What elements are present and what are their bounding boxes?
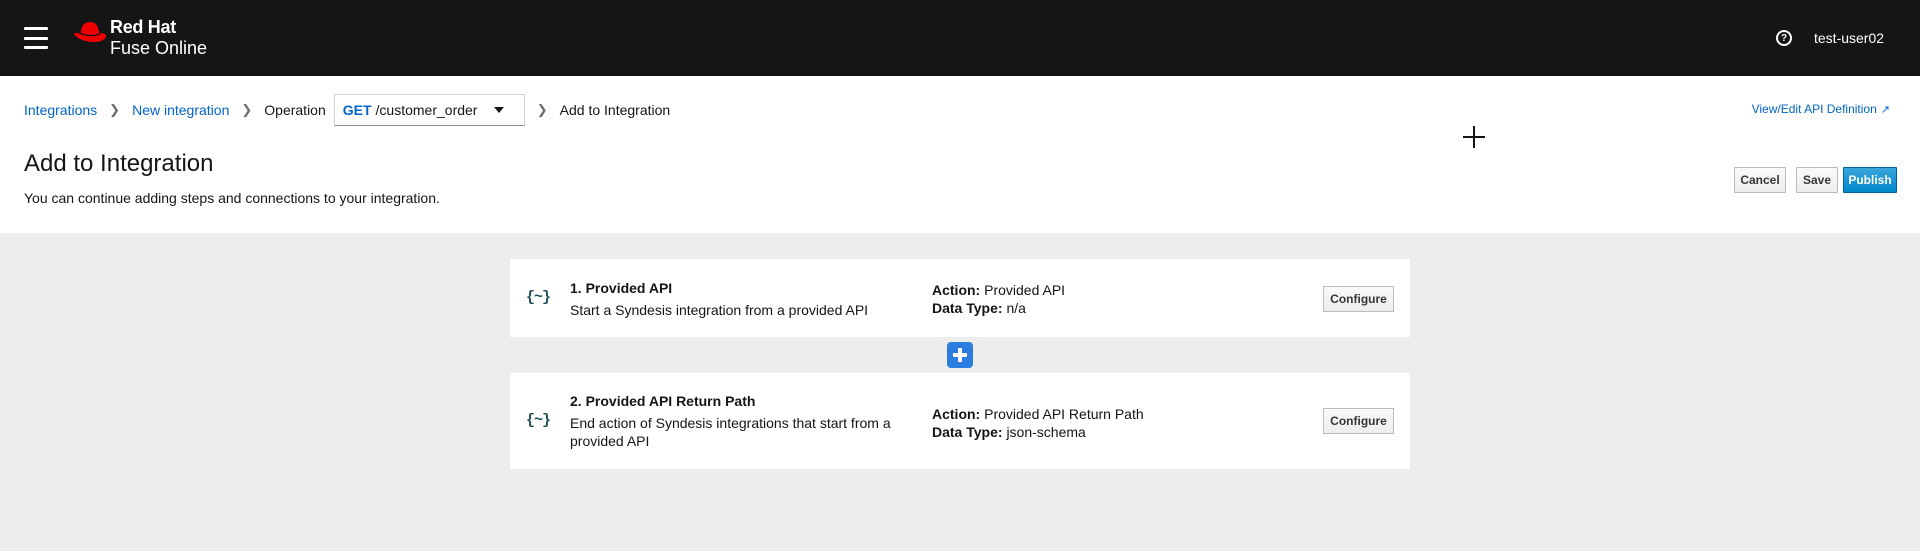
- breadcrumb-operation: Operation: [264, 102, 326, 118]
- action-value: Provided API Return Path: [984, 406, 1144, 422]
- data-type-label: Data Type:: [932, 424, 1003, 440]
- action-value: Provided API: [984, 282, 1066, 298]
- configure-button[interactable]: Configure: [1323, 408, 1394, 434]
- step-card-provided-api-return-path: {~} 2. Provided API Return Path End acti…: [510, 373, 1410, 469]
- save-button[interactable]: Save: [1796, 167, 1838, 193]
- operation-select[interactable]: GET /customer_order: [333, 94, 525, 126]
- step-description: End action of Syndesis integrations that…: [570, 415, 891, 449]
- chevron-right-icon: ❯: [109, 102, 121, 117]
- breadcrumb-integrations[interactable]: Integrations: [24, 102, 97, 118]
- add-step-button[interactable]: [947, 342, 973, 368]
- breadcrumb: Integrations ❯ New integration ❯ Operati…: [24, 93, 670, 127]
- operation-method: GET: [342, 102, 372, 118]
- brand-logo[interactable]: Red Hat Fuse Online: [72, 18, 207, 57]
- view-edit-api-definition-link[interactable]: View/Edit API Definition ↗: [1752, 102, 1890, 116]
- publish-button[interactable]: Publish: [1843, 167, 1897, 193]
- api-icon: {~}: [526, 289, 551, 306]
- step-title: 2. Provided API Return Path: [570, 393, 756, 409]
- configure-button[interactable]: Configure: [1323, 286, 1394, 312]
- data-type-value: n/a: [1006, 300, 1026, 316]
- page-description: You can continue adding steps and connec…: [24, 190, 440, 206]
- breadcrumb-current: Add to Integration: [559, 102, 671, 118]
- hamburger-menu-icon[interactable]: [24, 27, 48, 49]
- chevron-right-icon: ❯: [241, 102, 253, 117]
- view-edit-label: View/Edit API Definition: [1751, 102, 1877, 116]
- help-icon[interactable]: ?: [1776, 30, 1792, 46]
- product-name: Fuse Online: [110, 38, 208, 58]
- operation-path: /customer_order: [375, 102, 478, 118]
- data-type-value: json-schema: [1006, 424, 1086, 440]
- step-title: 1. Provided API: [570, 280, 673, 296]
- action-label: Action:: [932, 282, 981, 298]
- api-icon: {~}: [526, 412, 551, 429]
- data-type-label: Data Type:: [932, 300, 1003, 316]
- external-link-icon: ↗: [1880, 103, 1890, 116]
- red-hat-logo-icon: [74, 22, 106, 42]
- page-header: Integrations ❯ New integration ❯ Operati…: [0, 76, 1920, 233]
- step-meta: Action: Provided API Return Path Data Ty…: [932, 405, 1144, 441]
- cancel-button[interactable]: Cancel: [1734, 167, 1786, 193]
- brand-name: Red Hat: [110, 17, 176, 37]
- breadcrumb-new-integration[interactable]: New integration: [132, 102, 229, 118]
- step-description: Start a Syndesis integration from a prov…: [570, 302, 869, 318]
- crosshair-cursor-icon: [1463, 126, 1485, 148]
- user-menu[interactable]: test-user02: [1814, 30, 1884, 46]
- masthead: Red Hat Fuse Online ? test-user02: [0, 0, 1920, 76]
- action-label: Action:: [932, 406, 981, 422]
- chevron-right-icon: ❯: [536, 102, 548, 117]
- caret-down-icon: [493, 107, 504, 113]
- step-card-provided-api: {~} 1. Provided API Start a Syndesis int…: [510, 259, 1410, 337]
- step-meta: Action: Provided API Data Type: n/a: [932, 281, 1065, 317]
- page-title: Add to Integration: [24, 150, 214, 177]
